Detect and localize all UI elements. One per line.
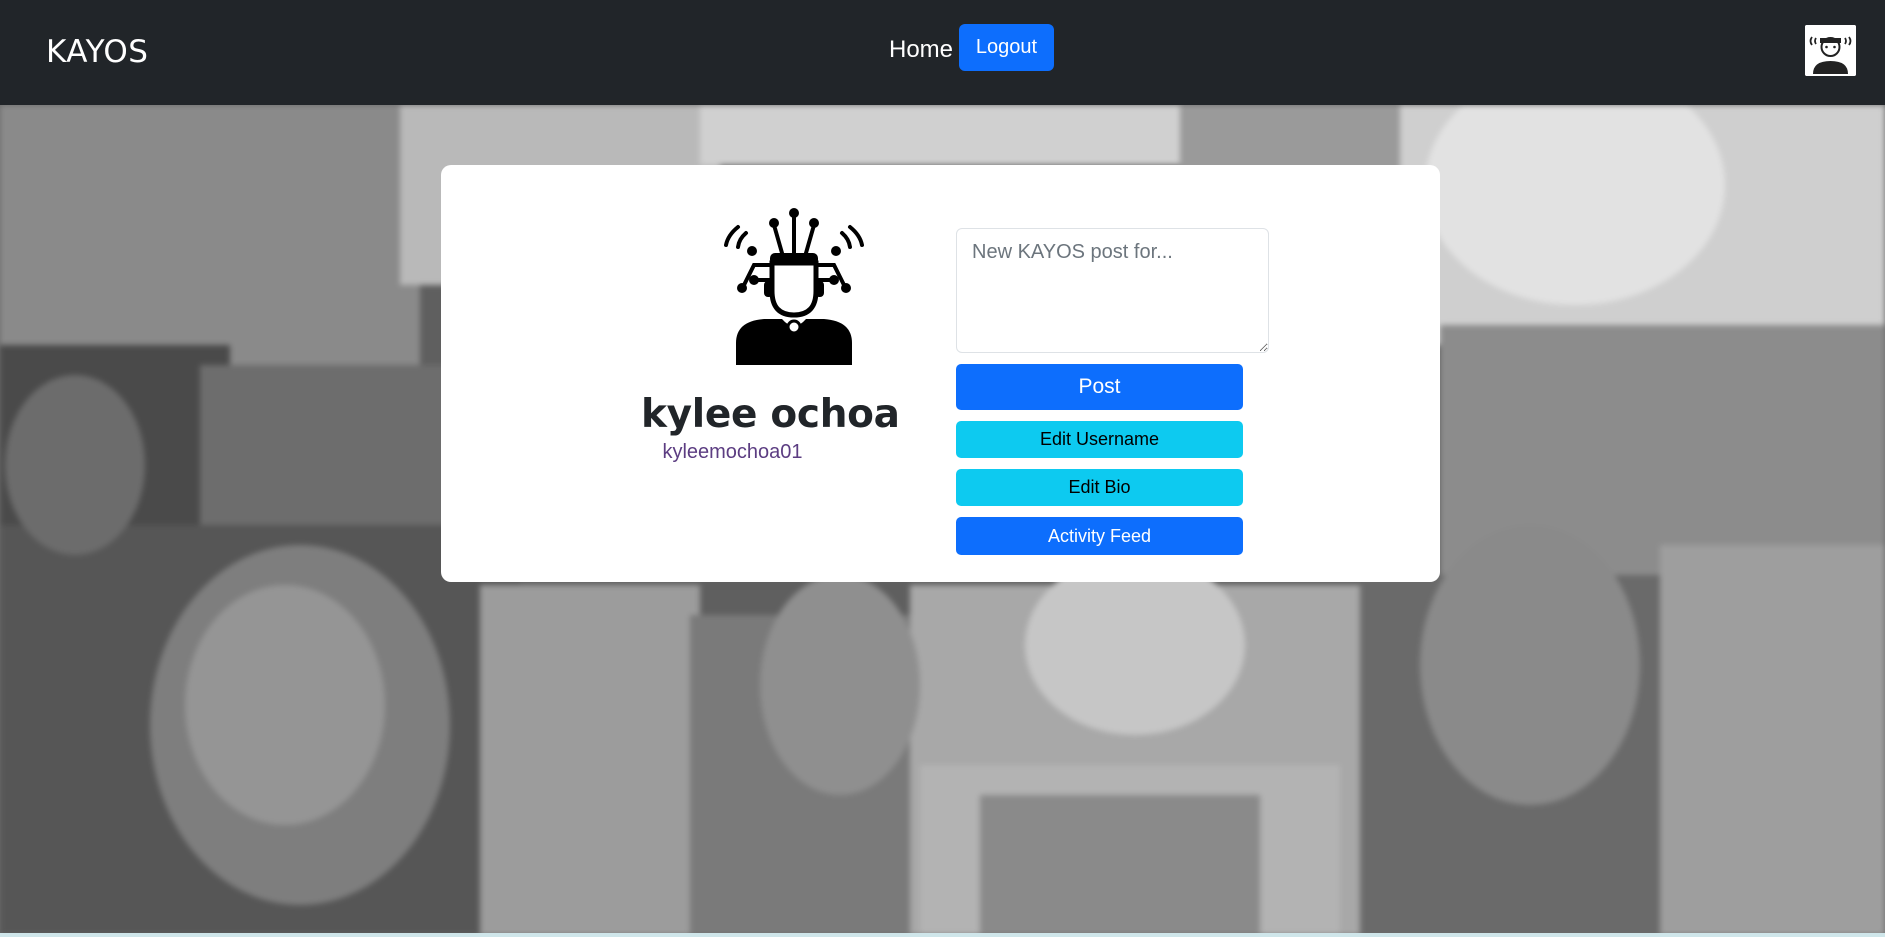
profile-display-name: kylee ochoa <box>641 392 900 437</box>
post-button[interactable]: Post <box>956 364 1243 410</box>
profile-username: kyleemochoa01 <box>662 441 803 463</box>
profile-circuit-head-icon <box>704 205 884 365</box>
logout-button[interactable]: Logout <box>959 24 1054 71</box>
new-post-input[interactable] <box>956 228 1269 353</box>
edit-username-button[interactable]: Edit Username <box>956 421 1243 458</box>
navbar: KAYOS Home Logout <box>0 0 1885 105</box>
avatar-icon-graphic <box>1805 25 1856 76</box>
user-avatar-icon[interactable] <box>1805 25 1856 76</box>
edit-bio-button[interactable]: Edit Bio <box>956 469 1243 506</box>
bottom-strip <box>0 933 1885 937</box>
activity-feed-button[interactable]: Activity Feed <box>956 517 1243 555</box>
profile-icon-graphic <box>724 208 864 365</box>
nav-home-link[interactable]: Home <box>889 36 953 64</box>
profile-card: kylee ochoa kyleemochoa01 Post Edit User… <box>441 165 1440 582</box>
brand-logo-text[interactable]: KAYOS <box>46 34 148 70</box>
